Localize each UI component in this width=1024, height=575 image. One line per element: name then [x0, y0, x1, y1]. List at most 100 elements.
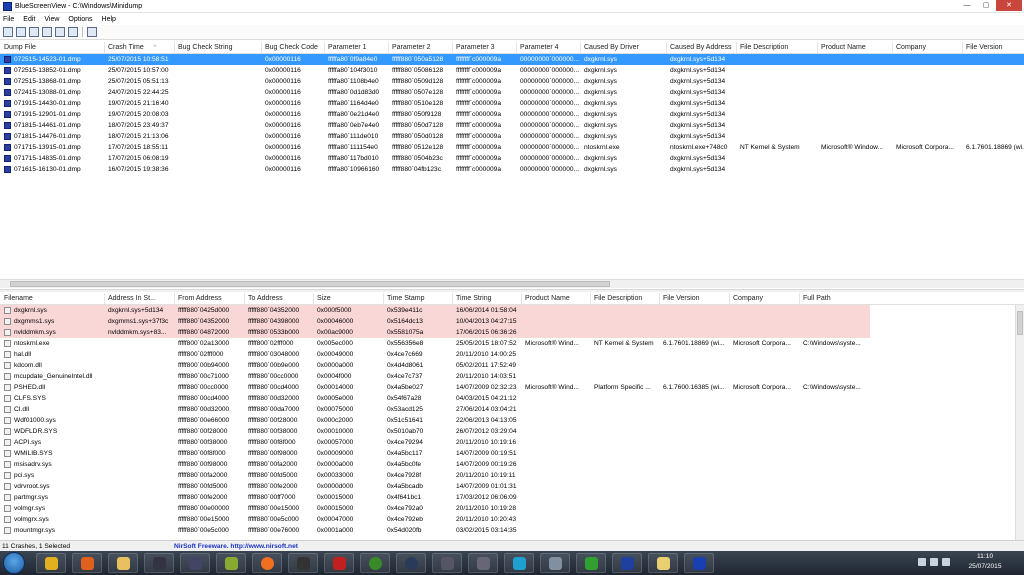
taskbar-app-icon[interactable]	[576, 553, 606, 573]
find-icon[interactable]	[68, 27, 78, 37]
driver-column-header[interactable]: To Address	[248, 295, 283, 302]
crash-row[interactable]: 071915-12901-01.dmp 19/07/2015 20:08:03 0x…	[0, 109, 1024, 120]
taskbar-xbox-icon[interactable]	[360, 553, 390, 573]
taskbar-flash-icon[interactable]	[324, 553, 354, 573]
save-icon[interactable]	[16, 27, 26, 37]
driver-column-header[interactable]: Time String	[456, 295, 492, 302]
crash-column-header[interactable]: Product Name	[821, 44, 866, 51]
crash-column-header[interactable]: Parameter 3	[456, 44, 495, 51]
close-button[interactable]: ✕	[996, 0, 1022, 11]
column-divider[interactable]	[729, 293, 730, 304]
taskbar-bluescreenview-icon[interactable]	[684, 553, 714, 573]
driver-row[interactable]: partmgr.sys fffff880`00fe2000 fffff880`00f…	[0, 492, 1024, 503]
crash-column-header[interactable]: Company	[896, 44, 926, 51]
column-divider[interactable]	[452, 293, 453, 304]
driver-row[interactable]: Wdf01000.sys fffff880`00e66000 fffff880`00…	[0, 415, 1024, 426]
menu-file[interactable]: File	[3, 16, 14, 23]
column-divider[interactable]	[388, 42, 389, 53]
driver-row[interactable]: ntoskrnl.exe fffff800`02a13000 fffff800`02…	[0, 338, 1024, 349]
crash-row[interactable]: 072515-13852-01.dmp 25/07/2015 10:57:00 0x…	[0, 65, 1024, 76]
crash-row[interactable]: 072415-13088-01.dmp 24/07/2015 22:44:25 0x…	[0, 87, 1024, 98]
html-report-icon[interactable]	[42, 27, 52, 37]
start-button[interactable]	[3, 552, 25, 574]
driver-column-header[interactable]: File Description	[594, 295, 642, 302]
taskbar-media-icon[interactable]	[180, 553, 210, 573]
scroll-thumb[interactable]	[10, 281, 610, 287]
taskbar-firefox-icon[interactable]	[72, 553, 102, 573]
crash-row[interactable]: 071815-14461-01.dmp 18/07/2015 23:49:37 0x…	[0, 120, 1024, 131]
crash-column-header[interactable]: Bug Check Code	[265, 44, 318, 51]
column-divider[interactable]	[383, 293, 384, 304]
horizontal-scrollbar[interactable]	[0, 279, 1024, 288]
driver-row[interactable]: pci.sys fffff880`00fa2000 fffff880`00fd500…	[0, 470, 1024, 481]
tray-network-icon[interactable]	[930, 558, 938, 566]
taskbar-steam-icon[interactable]	[396, 553, 426, 573]
column-divider[interactable]	[261, 42, 262, 53]
driver-column-header[interactable]: Product Name	[525, 295, 570, 302]
column-divider[interactable]	[516, 42, 517, 53]
taskbar-app-icon[interactable]	[432, 553, 462, 573]
taskbar-origin-icon[interactable]	[252, 553, 282, 573]
taskbar-explorer-icon[interactable]	[648, 553, 678, 573]
driver-row[interactable]: msisadrv.sys fffff880`00f98000 fffff880`00…	[0, 459, 1024, 470]
driver-row[interactable]: kdcom.dll fffff800`00b94000 fffff800`00b9e…	[0, 360, 1024, 371]
driver-row[interactable]: hal.dll fffff800`02fff000 fffff800`0304800…	[0, 349, 1024, 360]
vertical-scrollbar[interactable]	[1015, 305, 1024, 540]
column-divider[interactable]	[174, 42, 175, 53]
column-divider[interactable]	[962, 42, 963, 53]
crash-row[interactable]: 071715-14835-01.dmp 17/07/2015 06:08:19 0x…	[0, 153, 1024, 164]
driver-row[interactable]: PSHED.dll fffff880`00cc0000 fffff880`00cd4…	[0, 382, 1024, 393]
crash-row[interactable]: 072515-13868-01.dmp 25/07/2015 05:51:13 0x…	[0, 76, 1024, 87]
driver-column-header[interactable]: Full Path	[803, 295, 831, 302]
minimize-button[interactable]: —	[958, 0, 976, 11]
taskbar-app-icon[interactable]	[540, 553, 570, 573]
crash-row[interactable]: 072515-14523-01.dmp 25/07/2015 10:58:51 0x…	[0, 54, 1024, 65]
column-divider[interactable]	[580, 42, 581, 53]
driver-row[interactable]: volmgr.sys fffff880`00e00000 fffff880`00e1…	[0, 503, 1024, 514]
exit-icon[interactable]	[87, 27, 97, 37]
column-divider[interactable]	[244, 293, 245, 304]
crash-column-header[interactable]: Caused By Address	[670, 44, 731, 51]
driver-row[interactable]: WDFLDR.SYS fffff880`00f28000 fffff880`00f3…	[0, 426, 1024, 437]
column-divider[interactable]	[736, 42, 737, 53]
column-divider[interactable]	[452, 42, 453, 53]
column-divider[interactable]	[521, 293, 522, 304]
crash-row[interactable]: 071715-13915-01.dmp 17/07/2015 18:55:11 0x…	[0, 142, 1024, 153]
crash-column-header[interactable]: Crash Time	[108, 44, 144, 51]
column-divider[interactable]	[892, 42, 893, 53]
driver-column-header[interactable]: From Address	[178, 295, 222, 302]
taskbar-explorer-icon[interactable]	[108, 553, 138, 573]
taskbar-chrome-icon[interactable]	[36, 553, 66, 573]
column-divider[interactable]	[104, 42, 105, 53]
column-divider[interactable]	[590, 293, 591, 304]
column-divider[interactable]	[659, 293, 660, 304]
driver-row[interactable]: CI.dll fffff880`00d32000 fffff880`00da7000…	[0, 404, 1024, 415]
driver-row[interactable]: dxgmms1.sys dxgmms1.sys+37f3c fffff880`043…	[0, 316, 1024, 327]
column-divider[interactable]	[104, 293, 105, 304]
driver-row[interactable]: volmgrx.sys fffff880`00e15000 fffff880`00e…	[0, 514, 1024, 525]
taskbar-app-icon[interactable]	[612, 553, 642, 573]
driver-row[interactable]: WMILIB.SYS fffff880`00f8f000 fffff880`00f9…	[0, 448, 1024, 459]
column-divider[interactable]	[174, 293, 175, 304]
crash-column-header[interactable]: Parameter 2	[392, 44, 431, 51]
tray-volume-icon[interactable]	[942, 558, 950, 566]
column-divider[interactable]	[799, 293, 800, 304]
driver-column-header[interactable]: Time Stamp	[387, 295, 424, 302]
driver-column-header[interactable]: Company	[733, 295, 763, 302]
driver-row[interactable]: CLFS.SYS fffff880`00cd4000 fffff880`00d320…	[0, 393, 1024, 404]
crash-column-header[interactable]: Bug Check String	[178, 44, 232, 51]
driver-row[interactable]: dxgkrnl.sys dxgkrnl.sys+5d134 fffff880`042…	[0, 305, 1024, 316]
taskbar-app-icon[interactable]	[288, 553, 318, 573]
crash-column-header[interactable]: Parameter 4	[520, 44, 559, 51]
crash-column-header[interactable]: File Description	[740, 44, 788, 51]
driver-row[interactable]: vdrvroot.sys fffff880`00fd5000 fffff880`00…	[0, 481, 1024, 492]
crash-row[interactable]: 071915-14430-01.dmp 19/07/2015 21:16:40 0x…	[0, 98, 1024, 109]
driver-column-header[interactable]: Size	[317, 295, 331, 302]
properties-icon[interactable]	[3, 27, 13, 37]
crash-row[interactable]: 071615-16130-01.dmp 16/07/2015 19:38:36 0x…	[0, 164, 1024, 175]
refresh-icon[interactable]	[55, 27, 65, 37]
column-divider[interactable]	[666, 42, 667, 53]
nirsoft-link[interactable]: NirSoft Freeware. http://www.nirsoft.net	[174, 543, 298, 550]
maximize-button[interactable]: ▢	[977, 0, 995, 11]
crash-row[interactable]: 071815-14476-01.dmp 18/07/2015 21:13:06 0x…	[0, 131, 1024, 142]
